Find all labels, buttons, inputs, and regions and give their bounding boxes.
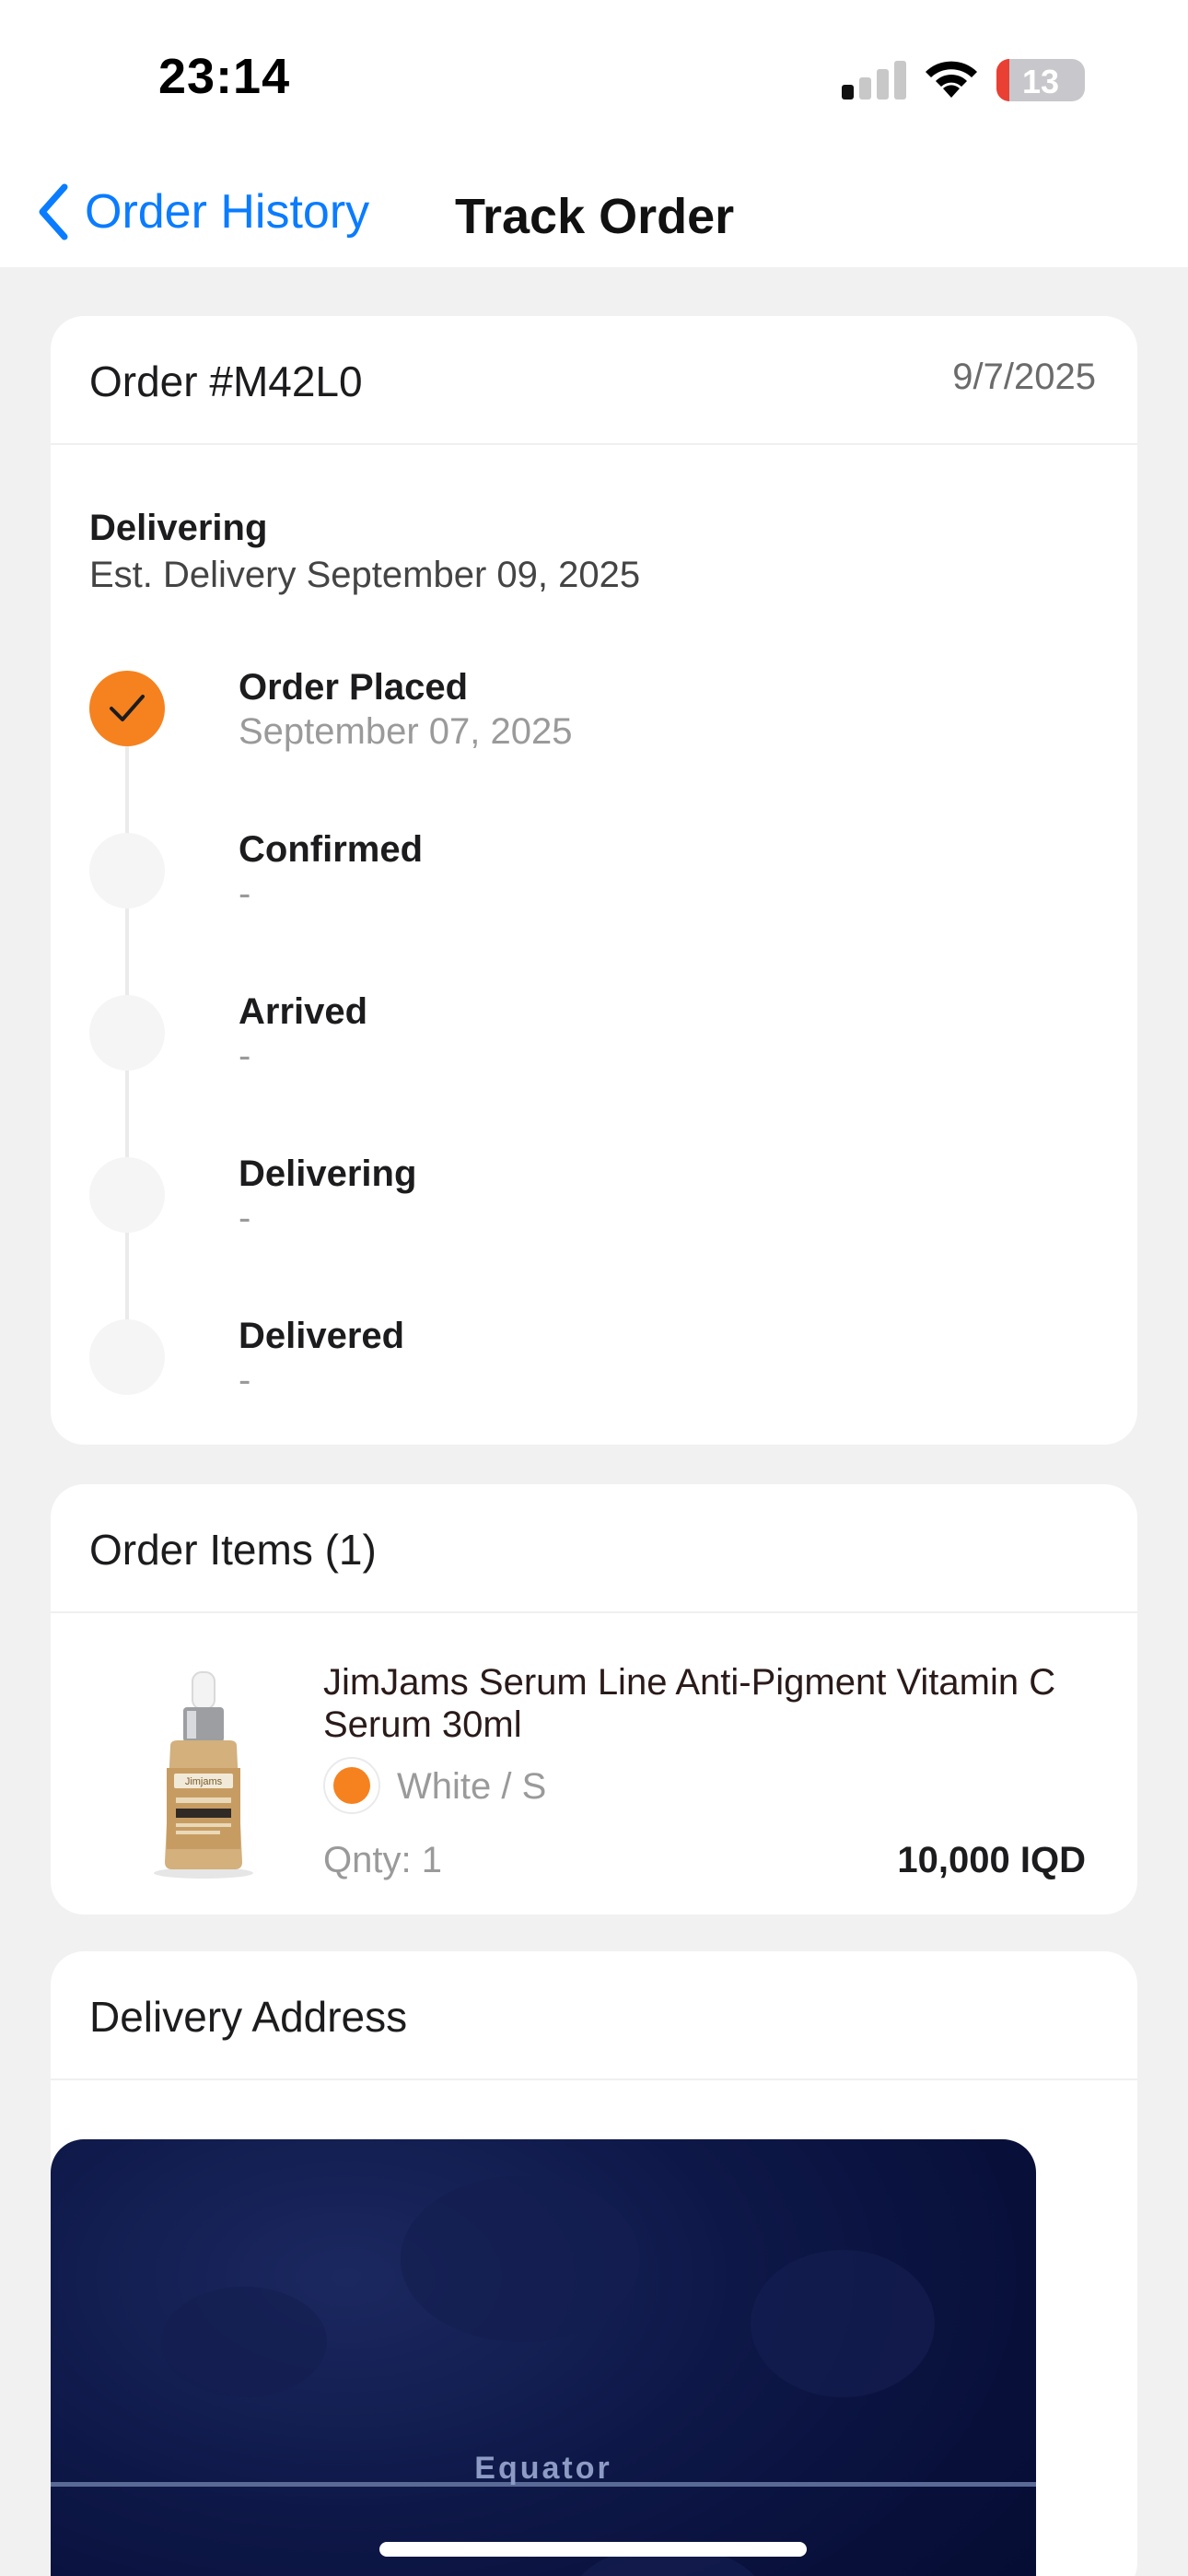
step-pending-indicator: [89, 1157, 165, 1233]
step-title: Order Placed: [239, 667, 469, 708]
page-title: Track Order: [455, 189, 735, 244]
delivery-status: Delivering Est. Delivery September 09, 2…: [89, 508, 640, 596]
checkmark-icon: [110, 695, 145, 721]
color-swatch-fill: [333, 1767, 370, 1804]
status-bar: 23:14 13: [0, 0, 1188, 157]
step-title: Delivered: [239, 1316, 405, 1356]
step-date: -: [239, 873, 251, 914]
delivery-address-header: Delivery Address: [51, 1951, 1137, 2080]
back-button[interactable]: Order History: [33, 179, 369, 245]
step-date: -: [239, 1198, 251, 1238]
step-title: Arrived: [239, 991, 368, 1032]
order-items-card: Order Items (1) Jimjams JimJams Serum Li…: [51, 1484, 1137, 1914]
step-pending-indicator: [89, 1319, 165, 1395]
order-date: 9/7/2025: [952, 357, 1096, 397]
equator-label: Equator: [474, 2451, 612, 2486]
battery-cap: [1076, 72, 1083, 88]
step-pending-indicator: [89, 995, 165, 1071]
product-quantity: Qnty: 1: [323, 1840, 442, 1880]
step-title: Delivering: [239, 1153, 417, 1194]
product-price: 10,000 IQD: [897, 1840, 1086, 1880]
order-card-header: Order #M42L0 9/7/2025: [51, 316, 1137, 445]
order-items-header: Order Items (1): [51, 1484, 1137, 1613]
product-image: Jimjams: [154, 1671, 253, 1879]
product-variant: White / S: [397, 1766, 547, 1807]
delivery-map[interactable]: Equator: [51, 2139, 1036, 2576]
order-items-title: Order Items (1): [89, 1526, 377, 1574]
color-swatch: [323, 1757, 380, 1814]
status-label: Delivering: [89, 508, 268, 548]
timeline-step-order-placed: Order Placed September 07, 2025: [89, 667, 1102, 781]
timeline-step-arrived: Arrived -: [89, 991, 1102, 1106]
chevron-left-icon: [39, 183, 68, 240]
delivery-address-title: Delivery Address: [89, 1993, 408, 2041]
timeline-step-delivered: Delivered -: [89, 1316, 1102, 1430]
navigation-bar: Order History Track Order: [0, 157, 1188, 267]
step-title: Confirmed: [239, 829, 423, 870]
timeline-step-delivering: Delivering -: [89, 1153, 1102, 1268]
wifi-icon: [926, 61, 977, 98]
map-landmass: [401, 2176, 640, 2342]
order-number: Order #M42L0: [89, 357, 363, 405]
home-indicator[interactable]: [379, 2542, 807, 2557]
estimated-delivery: Est. Delivery September 09, 2025: [89, 555, 641, 595]
step-date: -: [239, 1360, 251, 1400]
step-date: September 07, 2025: [239, 711, 573, 752]
map-landmass: [161, 2287, 327, 2397]
step-pending-indicator: [89, 833, 165, 908]
step-complete-indicator: [89, 671, 165, 746]
step-date: -: [239, 1036, 251, 1076]
svg-text:Jimjams: Jimjams: [185, 1776, 223, 1787]
map-landmass: [751, 2250, 935, 2397]
back-button-label: Order History: [85, 185, 370, 239]
product-name: JimJams Serum Line Anti-Pigment Vitamin …: [323, 1662, 1056, 1745]
battery-level: 13: [1021, 63, 1060, 100]
cellular-signal-icon: [842, 61, 906, 100]
timeline-step-confirmed: Confirmed -: [89, 829, 1102, 943]
order-tracking-card: Order #M42L0 9/7/2025 Delivering Est. De…: [51, 316, 1137, 1445]
status-time: 23:14: [158, 49, 291, 104]
battery-icon: 13: [996, 59, 1085, 101]
